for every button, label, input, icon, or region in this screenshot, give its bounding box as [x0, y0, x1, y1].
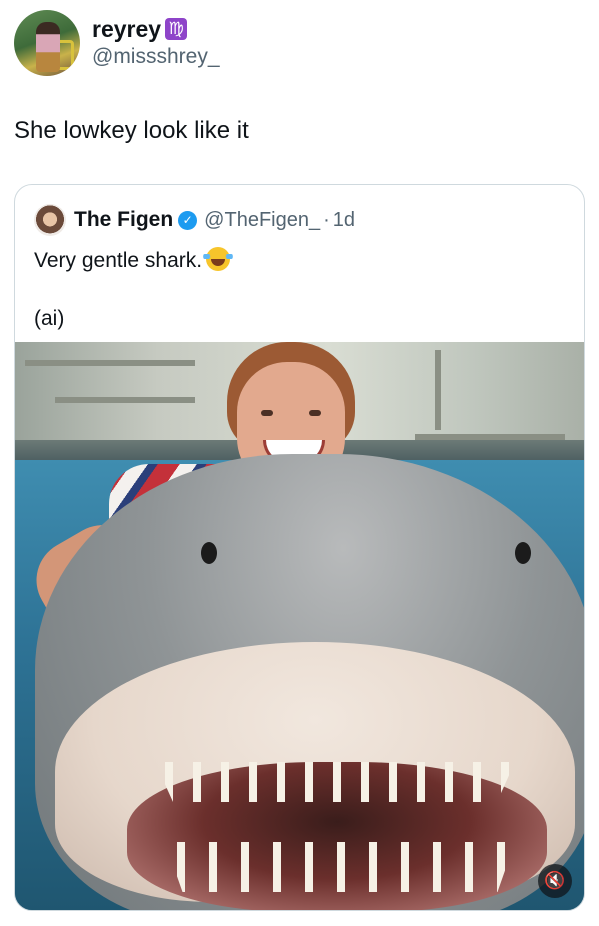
quoted-handle[interactable]: @TheFigen_: [204, 209, 320, 232]
quoted-subtext: (ai): [34, 307, 65, 330]
tweet: reyrey ♍ @missshrey_ She lowkey look lik…: [0, 0, 599, 926]
display-name[interactable]: reyrey: [92, 16, 161, 42]
handle[interactable]: @missshrey_: [92, 44, 220, 70]
separator-dot: ·: [323, 208, 330, 231]
avatar[interactable]: [14, 10, 80, 76]
quoted-tweet-header: The Figen ✓ @TheFigen_ · 1d: [34, 204, 355, 236]
tweet-text: She lowkey look like it: [14, 117, 249, 144]
author-names: reyrey ♍ @missshrey_: [92, 16, 220, 70]
quoted-text: Very gentle shark.: [34, 247, 234, 275]
verified-badge-icon: ✓: [178, 210, 198, 230]
quoted-timestamp[interactable]: 1d: [333, 209, 355, 232]
quoted-display-name[interactable]: The Figen: [74, 208, 173, 232]
tweet-header: reyrey ♍ @missshrey_: [14, 10, 220, 76]
quoted-avatar[interactable]: [34, 204, 66, 236]
laughing-tears-emoji-icon: [203, 247, 234, 271]
zodiac-badge-icon: ♍: [165, 18, 188, 40]
quoted-tweet[interactable]: The Figen ✓ @TheFigen_ · 1d Very gentle …: [14, 184, 585, 911]
mute-button[interactable]: 🔇: [538, 864, 572, 898]
media-image[interactable]: 🔇: [15, 342, 584, 910]
